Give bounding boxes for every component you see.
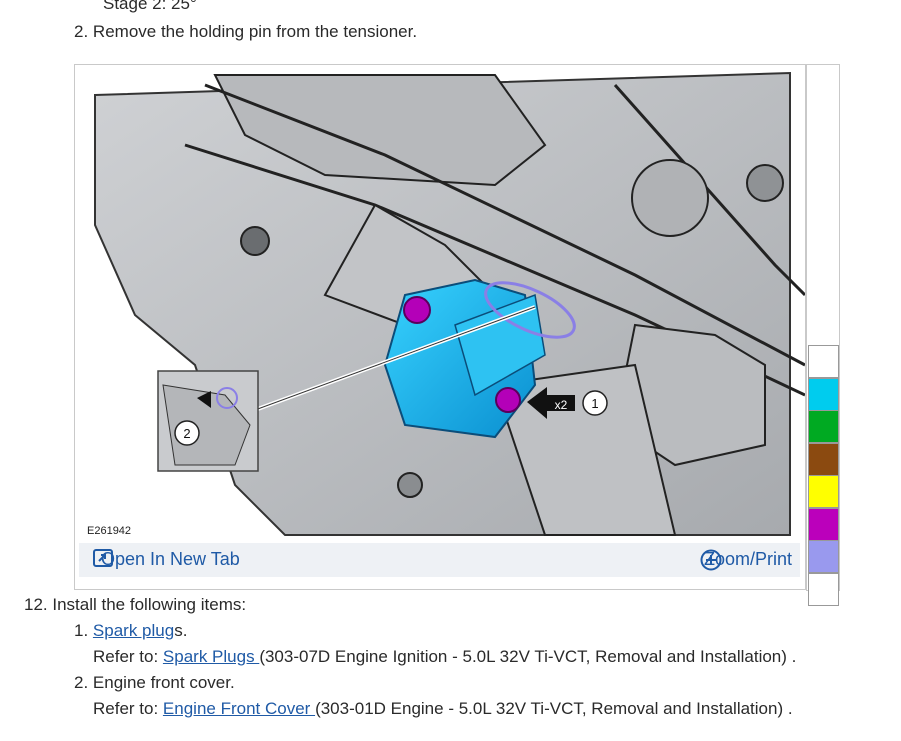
figure-toolbar: Open In New Tab Zoom/Print xyxy=(79,543,800,577)
substep-1: 1. Spark plugs. xyxy=(74,621,187,641)
substep-2: 2. Engine front cover. xyxy=(74,673,235,693)
legend-swatch xyxy=(808,475,839,508)
legend-swatch xyxy=(808,507,839,541)
step-2: 2. Remove the holding pin from the tensi… xyxy=(74,22,417,42)
legend-swatch xyxy=(808,572,839,606)
legend-swatch xyxy=(808,410,839,443)
step-text: Remove the holding pin from the tensione… xyxy=(92,22,418,41)
zoom-print-button[interactable]: Zoom/Print xyxy=(700,549,792,571)
refer-label: Refer to: xyxy=(93,647,163,666)
substep-number: 1. xyxy=(74,621,89,640)
legend-swatch xyxy=(808,377,839,411)
step-12: 12. Install the following items: xyxy=(24,595,246,615)
substep-text: Engine front cover. xyxy=(92,673,235,692)
spark-plug-link[interactable]: Spark plug xyxy=(93,621,174,640)
figure-id: E261942 xyxy=(87,525,132,537)
legend-swatch xyxy=(808,442,839,476)
step-text: Install the following items: xyxy=(52,595,247,614)
refer-description: (303-07D Engine Ignition - 5.0L 32V Ti-V… xyxy=(259,647,797,666)
refer-label: Refer to: xyxy=(93,699,163,718)
quantity-label: x2 xyxy=(555,398,568,412)
color-legend xyxy=(806,64,840,606)
callout-2: 2 xyxy=(183,426,190,441)
refer-description: (303-01D Engine - 5.0L 32V Ti-VCT, Remov… xyxy=(315,699,793,718)
engine-front-cover-link[interactable]: Engine Front Cover xyxy=(163,699,315,718)
engine-illustration: x2 1 2 xyxy=(79,71,805,536)
refer-line-2: Refer to: Engine Front Cover (303-01D En… xyxy=(93,699,793,719)
substep-number: 2. xyxy=(74,673,89,692)
step-number: 2. xyxy=(74,22,89,41)
legend-swatch xyxy=(808,540,839,573)
substep-text-suffix: s. xyxy=(174,621,188,640)
open-in-new-tab-label: Open In New Tab xyxy=(101,549,240,569)
stage-2-text: Stage 2: 25° xyxy=(103,0,197,13)
open-in-new-tab-button[interactable]: Open In New Tab xyxy=(93,549,240,570)
callout-1: 1 xyxy=(591,396,598,411)
illustration-frame: x2 1 2 E261942 Open In New Tab Zoom/Prin… xyxy=(74,64,806,590)
legend-swatch xyxy=(808,345,839,378)
spark-plugs-link[interactable]: Spark Plugs xyxy=(163,647,259,666)
refer-line-1: Refer to: Spark Plugs (303-07D Engine Ig… xyxy=(93,647,796,667)
step-number: 12. xyxy=(24,595,48,614)
